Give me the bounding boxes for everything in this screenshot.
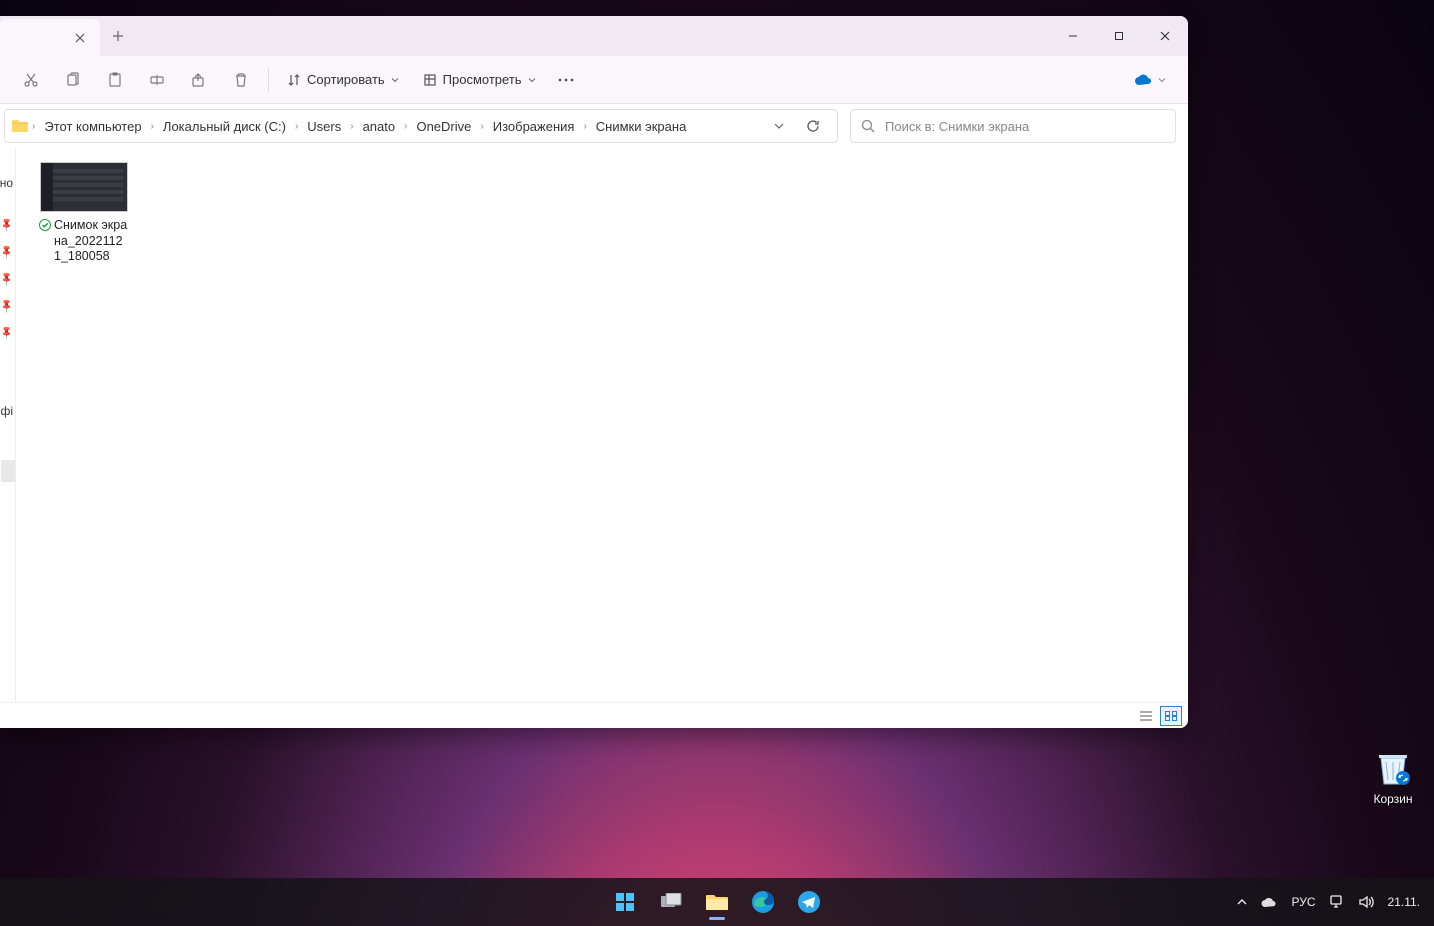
edge-taskbar-icon[interactable] <box>743 882 783 922</box>
file-explorer-taskbar-icon[interactable] <box>697 882 737 922</box>
history-dropdown-icon[interactable] <box>767 114 791 138</box>
refresh-icon[interactable] <box>801 114 825 138</box>
file-explorer-window: Сортировать Просмотреть › Этот компьютер… <box>0 16 1188 728</box>
taskbar-center <box>605 882 829 922</box>
chevron-right-icon: › <box>294 121 299 132</box>
view-dropdown[interactable]: Просмотреть <box>413 62 546 98</box>
cut-icon[interactable] <box>12 62 50 98</box>
explorer-body: но 📌 📌 📌 📌 📌 фі Снимок экрана_20221121_1… <box>0 148 1188 702</box>
file-name-row: Снимок экрана_20221121_180058 <box>39 218 129 265</box>
volume-tray-icon[interactable] <box>1359 895 1374 909</box>
recycle-bin-label: Корзин <box>1358 792 1428 806</box>
new-tab-button[interactable] <box>100 16 136 56</box>
language-indicator[interactable]: РУС <box>1291 895 1315 909</box>
window-controls <box>1050 16 1188 56</box>
toolbar: Сортировать Просмотреть <box>0 56 1188 104</box>
close-tab-icon[interactable] <box>70 28 90 48</box>
chevron-right-icon: › <box>403 121 408 132</box>
chevron-right-icon: › <box>479 121 484 132</box>
address-row: › Этот компьютер › Локальный диск (C:) ›… <box>0 104 1188 148</box>
breadcrumb[interactable]: Локальный диск (C:) <box>157 115 292 138</box>
rename-icon[interactable] <box>138 62 176 98</box>
pin-icon: 📌 <box>0 244 15 261</box>
tray-overflow-icon[interactable] <box>1237 897 1247 907</box>
chevron-right-icon: › <box>349 121 354 132</box>
breadcrumb[interactable]: Изображения <box>487 115 581 138</box>
paste-icon[interactable] <box>96 62 134 98</box>
maximize-button[interactable] <box>1096 16 1142 56</box>
breadcrumb[interactable]: OneDrive <box>410 115 477 138</box>
sort-dropdown[interactable]: Сортировать <box>277 62 409 98</box>
thumbnails-view-button[interactable] <box>1160 706 1182 726</box>
search-icon <box>861 119 875 133</box>
copy-icon[interactable] <box>54 62 92 98</box>
minimize-button[interactable] <box>1050 16 1096 56</box>
share-icon[interactable] <box>180 62 218 98</box>
chevron-down-icon <box>391 76 399 84</box>
folder-icon <box>11 118 29 134</box>
file-thumbnail <box>40 162 128 212</box>
telegram-taskbar-icon[interactable] <box>789 882 829 922</box>
pin-icon: 📌 <box>0 325 15 342</box>
titlebar <box>0 16 1188 56</box>
active-tab[interactable] <box>0 19 100 56</box>
pin-icon: 📌 <box>0 298 15 315</box>
statusbar <box>0 702 1188 728</box>
file-list[interactable]: Снимок экрана_20221121_180058 <box>16 148 1188 702</box>
pin-icon: 📌 <box>0 217 15 234</box>
sidebar-item-selected[interactable] <box>1 460 15 482</box>
breadcrumb[interactable]: Users <box>301 115 347 138</box>
breadcrumb[interactable]: Снимки экрана <box>590 115 693 138</box>
view-icon <box>423 73 437 87</box>
file-name: Снимок экрана_20221121_180058 <box>54 218 129 265</box>
chevron-down-icon <box>528 76 536 84</box>
more-icon[interactable] <box>550 62 582 98</box>
delete-icon[interactable] <box>222 62 260 98</box>
sync-status-icon <box>39 219 51 265</box>
chevron-right-icon: › <box>582 121 587 132</box>
sort-label: Сортировать <box>307 72 385 87</box>
file-item[interactable]: Снимок экрана_20221121_180058 <box>34 162 134 265</box>
navigation-pane[interactable]: но 📌 📌 📌 📌 📌 фі <box>0 148 16 702</box>
details-view-button[interactable] <box>1135 706 1157 726</box>
chevron-right-icon: › <box>150 121 155 132</box>
view-label: Просмотреть <box>443 72 522 87</box>
search-box[interactable] <box>850 109 1176 143</box>
onedrive-status[interactable] <box>1134 74 1176 86</box>
breadcrumb[interactable]: Этот компьютер <box>38 115 147 138</box>
task-view-button[interactable] <box>651 882 691 922</box>
chevron-down-icon <box>1158 76 1166 84</box>
recycle-bin-icon <box>1373 748 1413 788</box>
cloud-icon <box>1134 74 1152 86</box>
separator <box>268 68 269 92</box>
network-tray-icon[interactable] <box>1330 895 1345 909</box>
breadcrumb[interactable]: anato <box>357 115 402 138</box>
onedrive-tray-icon[interactable] <box>1261 897 1277 908</box>
close-window-button[interactable] <box>1142 16 1188 56</box>
start-button[interactable] <box>605 882 645 922</box>
chevron-right-icon: › <box>31 121 36 132</box>
taskbar: РУС 21.11. <box>0 878 1434 926</box>
search-input[interactable] <box>885 119 1165 134</box>
address-bar[interactable]: › Этот компьютер › Локальный диск (C:) ›… <box>4 109 838 143</box>
recycle-bin-desktop-icon[interactable]: Корзин <box>1358 748 1428 806</box>
pin-icon: 📌 <box>0 271 15 288</box>
system-tray: РУС 21.11. <box>1223 895 1434 909</box>
sidebar-item-label: но <box>0 176 13 190</box>
sidebar-item-label: фі <box>0 404 13 418</box>
clock-date[interactable]: 21.11. <box>1388 895 1420 909</box>
sort-icon <box>287 73 301 87</box>
